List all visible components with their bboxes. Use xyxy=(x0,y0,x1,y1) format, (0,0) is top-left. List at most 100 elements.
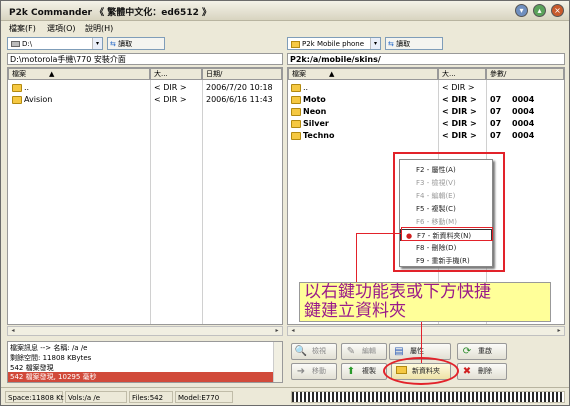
list-item[interactable]: Silver < DIR > 07 0004 xyxy=(288,118,564,130)
status-model: Model:E770 xyxy=(175,391,233,403)
file-name: Neon xyxy=(303,107,327,116)
list-item[interactable]: Neon < DIR > 07 0004 xyxy=(288,106,564,118)
progress-bar xyxy=(291,391,565,403)
scroll-left-icon[interactable]: ◂ xyxy=(288,327,298,335)
log-line: 剩餘空間: 11808 KBytes xyxy=(10,354,92,362)
annotation-box-menu xyxy=(393,152,505,272)
left-drive-select[interactable]: D:\ ▾ xyxy=(7,37,103,50)
file-size: < DIR > xyxy=(442,119,477,128)
restart-icon: ⟳ xyxy=(462,346,472,357)
annotation-box-newfolder-item xyxy=(401,227,493,241)
file-size: < DIR > xyxy=(154,83,187,92)
left-file-list: 檔案 ▲ 大... 日期/ .. < DIR > 2006/7/20 10:18 … xyxy=(7,67,283,325)
list-item[interactable]: .. < DIR > xyxy=(288,82,564,94)
file-param-1: 07 xyxy=(490,107,502,116)
file-date: 2006/7/20 10:18 xyxy=(206,83,273,92)
file-date: 2006/6/16 11:43 xyxy=(206,95,273,104)
app-window: P2k Commander 《 繁體中文化：ed6512 》 ▾ ▴ × 檔案(… xyxy=(0,0,570,406)
left-horizontal-scrollbar[interactable]: ◂ ▸ xyxy=(7,326,283,336)
delete-label: 刪除 xyxy=(478,367,492,375)
delete-button[interactable]: ✖ 刪除 xyxy=(457,363,507,380)
menu-file[interactable]: 檔案(F) xyxy=(9,23,36,34)
drive-icon xyxy=(11,41,20,47)
left-col-date[interactable]: 日期/ xyxy=(202,68,282,80)
list-item[interactable]: Avision < DIR > 2006/6/16 11:43 xyxy=(8,94,282,106)
chevron-down-icon[interactable]: ▾ xyxy=(370,38,380,49)
annotation-connector xyxy=(356,233,402,234)
left-refresh-label: 讀取 xyxy=(118,40,133,48)
folder-up-icon xyxy=(12,83,22,92)
move-arrow-icon: ➜ xyxy=(296,366,306,377)
list-item[interactable]: .. < DIR > 2006/7/20 10:18 xyxy=(8,82,282,94)
file-name: .. xyxy=(24,83,30,92)
file-name: Avision xyxy=(24,95,53,104)
right-col-size[interactable]: 大... xyxy=(438,68,486,80)
file-name: .. xyxy=(303,83,309,92)
right-col-params[interactable]: 參數/ xyxy=(486,68,564,80)
left-drive-label: D:\ xyxy=(22,40,33,48)
left-refresh-button[interactable]: ⇆ 讀取 xyxy=(107,37,165,50)
menu-help[interactable]: 說明(H) xyxy=(85,23,113,34)
right-col-name[interactable]: 檔案 ▲ xyxy=(288,68,438,80)
refresh-icon: ⇆ xyxy=(388,40,394,48)
right-horizontal-scrollbar[interactable]: ◂ ▸ xyxy=(287,326,565,336)
copy-button[interactable]: ⬆ 複製 xyxy=(341,363,387,380)
left-path: D:\motorola手機\770 安裝介面 xyxy=(7,53,283,65)
file-size: < DIR > xyxy=(442,83,475,92)
edit-label: 編輯 xyxy=(362,347,376,355)
right-refresh-button[interactable]: ⇆ 讀取 xyxy=(385,37,443,50)
maximize-icon[interactable]: ▴ xyxy=(533,4,546,17)
list-item[interactable]: Techno < DIR > 07 0004 xyxy=(288,130,564,142)
restart-button[interactable]: ⟳ 重啟 xyxy=(457,343,507,360)
log-line: 檔案訊息 --> 名稱: /a /e xyxy=(10,344,88,352)
scroll-left-icon[interactable]: ◂ xyxy=(8,327,18,335)
left-col-size[interactable]: 大... xyxy=(150,68,202,80)
file-param-2: 0004 xyxy=(512,131,535,140)
file-name: Moto xyxy=(303,95,326,104)
callout-line: 鍵建立資料夾 xyxy=(304,301,406,321)
log-line-selected: 542 檔案發現, 10295 毫秒 xyxy=(8,372,274,382)
status-files: Files:542 xyxy=(129,391,173,403)
left-col-name-label: 檔案 xyxy=(12,70,26,78)
scroll-right-icon[interactable]: ▸ xyxy=(272,327,282,335)
magnifier-icon: 🔍 xyxy=(294,346,308,357)
right-col-name-label: 檔案 xyxy=(292,70,306,78)
annotation-callout: 以右鍵功能表或下方快捷 鍵建立資料夾 xyxy=(299,282,551,322)
menu-options[interactable]: 選項(O) xyxy=(47,23,76,34)
right-path: P2k:/a/mobile/skins/ xyxy=(287,53,565,65)
annotation-ellipse-newfolder xyxy=(383,357,459,385)
sort-asc-icon: ▲ xyxy=(329,70,335,78)
refresh-icon: ⇆ xyxy=(110,40,116,48)
scroll-right-icon[interactable]: ▸ xyxy=(554,327,564,335)
file-size: < DIR > xyxy=(154,95,187,104)
file-size: < DIR > xyxy=(442,95,477,104)
folder-up-icon xyxy=(291,83,301,92)
edit-button[interactable]: ✎ 編輯 xyxy=(341,343,387,360)
list-item[interactable]: Moto < DIR > 07 0004 xyxy=(288,94,564,106)
file-param-2: 0004 xyxy=(512,107,535,116)
divider xyxy=(150,80,151,324)
log-panel: 檔案訊息 --> 名稱: /a /e 剩餘空間: 11808 KBytes 54… xyxy=(7,341,283,383)
file-param-1: 07 xyxy=(490,119,502,128)
delete-x-icon: ✖ xyxy=(462,366,472,377)
file-param-2: 0004 xyxy=(512,95,535,104)
right-drive-select[interactable]: P2k Mobile phone ▾ xyxy=(287,37,381,50)
left-col-name[interactable]: 檔案 ▲ xyxy=(8,68,150,80)
title-bar: P2k Commander 《 繁體中文化：ed6512 》 ▾ ▴ × xyxy=(1,1,569,21)
view-button[interactable]: 🔍 檢視 xyxy=(291,343,337,360)
view-label: 檢視 xyxy=(312,347,326,355)
file-name: Silver xyxy=(303,119,329,128)
status-vols: Vols:/a /e xyxy=(65,391,127,403)
folder-icon xyxy=(291,107,301,116)
log-scrollbar[interactable] xyxy=(273,342,282,382)
move-button[interactable]: ➜ 移動 xyxy=(291,363,337,380)
status-space: Space:11808 Kt xyxy=(5,391,64,403)
close-icon[interactable]: × xyxy=(551,4,564,17)
chevron-down-icon[interactable]: ▾ xyxy=(92,38,102,49)
menu-bar: 檔案(F) 選項(O) 說明(H) xyxy=(1,21,569,35)
minimize-icon[interactable]: ▾ xyxy=(515,4,528,17)
divider xyxy=(202,80,203,324)
file-param-1: 07 xyxy=(490,131,502,140)
folder-icon xyxy=(291,131,301,140)
callout-line: 以右鍵功能表或下方快捷 xyxy=(304,282,491,302)
